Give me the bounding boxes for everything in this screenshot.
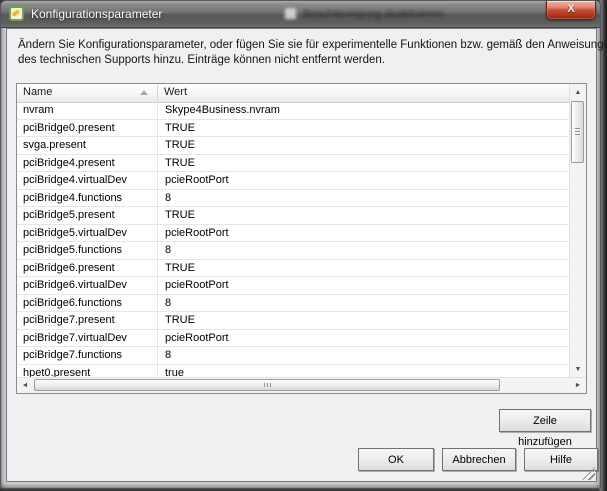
horizontal-scroll-thumb[interactable] <box>34 379 500 391</box>
param-name-cell: hpet0.present <box>17 365 158 378</box>
table-row[interactable]: nvram Skype4Business.nvram <box>17 102 569 120</box>
param-name-cell: pciBridge6.functions <box>17 295 158 312</box>
background-window-checkbox: Beschleunigung deaktivieren <box>284 7 444 20</box>
param-name-cell: pciBridge7.virtualDev <box>17 330 158 347</box>
config-parameter-table: Name Wert nvram Skype4Business.nvram pci… <box>16 83 587 394</box>
vertical-scroll-thumb[interactable] <box>571 101 584 163</box>
param-value-cell: TRUE <box>158 137 569 154</box>
horizontal-scrollbar[interactable]: ◄ ► <box>17 377 586 393</box>
table-row[interactable]: pciBridge6.functions 8 <box>17 295 569 313</box>
table-row[interactable]: pciBridge6.virtualDev pcieRootPort <box>17 277 569 295</box>
ok-button[interactable]: OK <box>358 448 434 471</box>
param-value-cell: 8 <box>158 295 569 312</box>
param-value-cell: pcieRootPort <box>158 277 569 294</box>
table-row[interactable]: pciBridge5.present TRUE <box>17 207 569 225</box>
param-value-cell: TRUE <box>158 120 569 137</box>
param-name-cell: pciBridge0.present <box>17 120 158 137</box>
table-row[interactable]: pciBridge4.present TRUE <box>17 155 569 173</box>
param-value-cell: pcieRootPort <box>158 172 569 189</box>
param-name-cell: pciBridge6.present <box>17 260 158 277</box>
scroll-up-icon[interactable]: ▲ <box>570 84 586 100</box>
checkbox-icon <box>284 7 297 20</box>
param-name-cell: svga.present <box>17 137 158 154</box>
table-row[interactable]: pciBridge4.functions 8 <box>17 190 569 208</box>
param-name-cell: pciBridge7.present <box>17 312 158 329</box>
param-value-cell: TRUE <box>158 312 569 329</box>
table-row[interactable]: svga.present TRUE <box>17 137 569 155</box>
param-name-cell: pciBridge5.present <box>17 207 158 224</box>
param-value-cell: 8 <box>158 190 569 207</box>
param-name-cell: pciBridge4.virtualDev <box>17 172 158 189</box>
param-name-cell: pciBridge6.virtualDev <box>17 277 158 294</box>
table-row[interactable]: pciBridge4.virtualDev pcieRootPort <box>17 172 569 190</box>
close-button[interactable]: X <box>546 1 596 20</box>
scroll-left-icon[interactable]: ◄ <box>17 378 33 393</box>
param-name-cell: nvram <box>17 102 158 119</box>
sort-asc-icon <box>140 90 148 95</box>
help-button[interactable]: Hilfe <box>524 448 598 471</box>
param-value-cell: TRUE <box>158 207 569 224</box>
column-header-name[interactable]: Name <box>17 84 158 102</box>
title-bar[interactable]: Konfigurationsparameter Beschleunigung d… <box>1 1 600 28</box>
cancel-button[interactable]: Abbrechen <box>442 448 516 471</box>
param-value-cell: pcieRootPort <box>158 330 569 347</box>
column-header-wert[interactable]: Wert <box>158 84 586 102</box>
vertical-scrollbar[interactable]: ▲ ▼ <box>569 84 586 377</box>
param-name-cell: pciBridge5.virtualDev <box>17 225 158 242</box>
param-value-cell: 8 <box>158 242 569 259</box>
table-row[interactable]: pciBridge0.present TRUE <box>17 120 569 138</box>
param-value-cell: TRUE <box>158 155 569 172</box>
dialog-title: Konfigurationsparameter <box>31 7 162 21</box>
param-value-cell: Skype4Business.nvram <box>158 102 569 119</box>
table-row[interactable]: pciBridge7.functions 8 <box>17 347 569 365</box>
dialog-window: Konfigurationsparameter Beschleunigung d… <box>0 0 601 489</box>
table-row[interactable]: pciBridge7.present TRUE <box>17 312 569 330</box>
param-value-cell: 8 <box>158 347 569 364</box>
param-name-cell: pciBridge7.functions <box>17 347 158 364</box>
param-name-cell: pciBridge4.present <box>17 155 158 172</box>
vsphere-app-icon <box>9 6 24 21</box>
description-text: Ändern Sie Konfigurationsparameter, oder… <box>18 38 607 68</box>
param-name-cell: pciBridge5.functions <box>17 242 158 259</box>
add-row-button[interactable]: Zeile hinzufügen <box>499 409 591 432</box>
param-value-cell: true <box>158 365 569 378</box>
param-value-cell: pcieRootPort <box>158 225 569 242</box>
background-checkbox-label: Beschleunigung deaktivieren <box>303 8 444 20</box>
table-header: Name Wert <box>17 84 586 103</box>
table-row[interactable]: pciBridge5.virtualDev pcieRootPort <box>17 225 569 243</box>
dialog-client-area: Ändern Sie Konfigurationsparameter, oder… <box>6 28 597 482</box>
table-row[interactable]: pciBridge7.virtualDev pcieRootPort <box>17 330 569 348</box>
close-icon: X <box>567 3 574 15</box>
param-value-cell: TRUE <box>158 260 569 277</box>
scroll-down-icon[interactable]: ▼ <box>570 361 586 377</box>
table-row[interactable]: pciBridge6.present TRUE <box>17 260 569 278</box>
table-row[interactable]: hpet0.present true <box>17 365 569 378</box>
param-name-cell: pciBridge4.functions <box>17 190 158 207</box>
scroll-right-icon[interactable]: ► <box>570 378 586 393</box>
table-row[interactable]: pciBridge5.functions 8 <box>17 242 569 260</box>
table-body: nvram Skype4Business.nvram pciBridge0.pr… <box>17 102 569 377</box>
